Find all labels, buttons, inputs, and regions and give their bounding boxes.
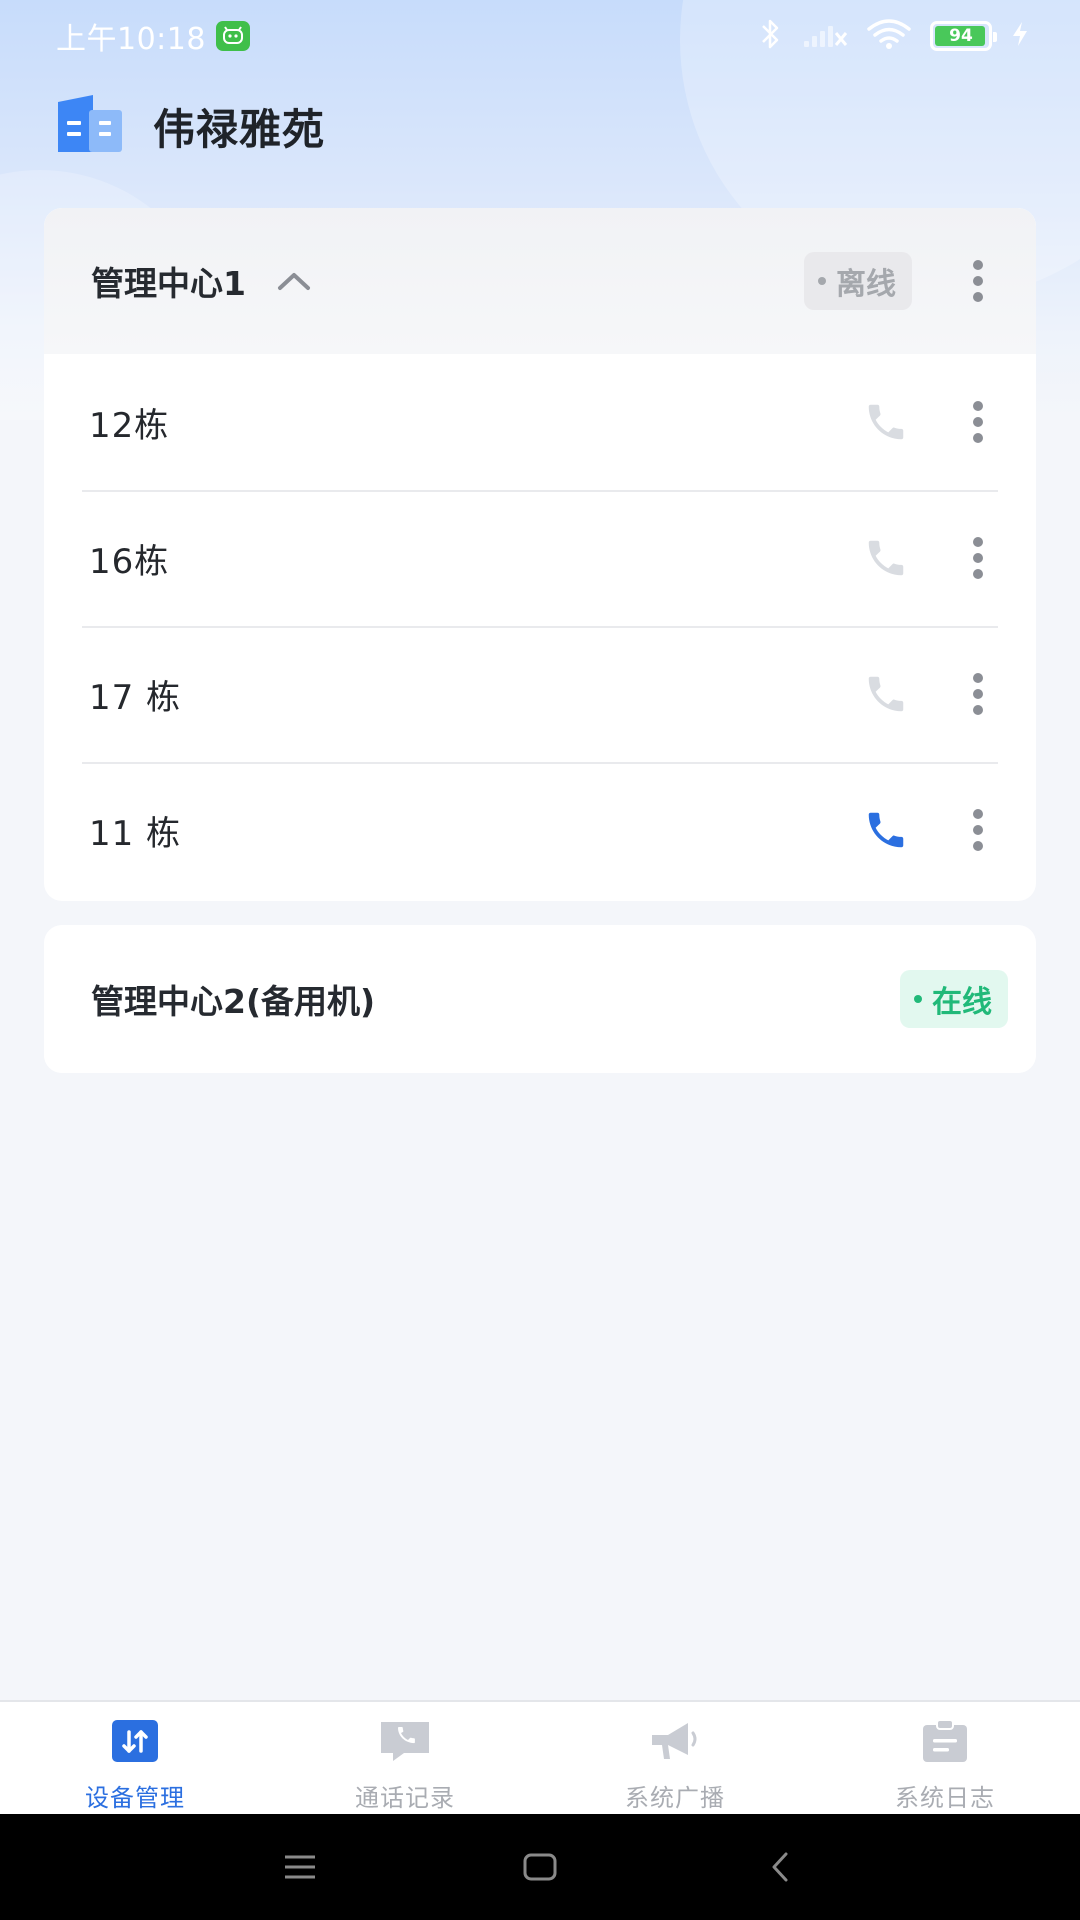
tab-label: 通话记录	[355, 1784, 455, 1812]
bluetooth-icon	[758, 17, 784, 55]
management-center-card-1: 管理中心1 离线 12栋 16栋 17 栋 11 栋	[44, 208, 1036, 901]
signal-icon	[802, 19, 848, 53]
phone-icon[interactable]	[860, 396, 912, 448]
home-icon[interactable]	[510, 1837, 570, 1897]
management-center-card-2: 管理中心2(备用机) 在线	[44, 925, 1036, 1073]
phone-icon-active[interactable]	[860, 804, 912, 856]
phone-icon[interactable]	[860, 532, 912, 584]
status-badge: 在线	[900, 970, 1008, 1028]
status-bar: 上午10:18 94	[0, 0, 1080, 72]
group-header-2[interactable]: 管理中心2(备用机) 在线	[44, 925, 1036, 1073]
system-navigation-bar	[0, 1814, 1080, 1920]
more-options-button[interactable]	[948, 795, 1008, 865]
bottom-navigation: 设备管理 通话记录 系统广播 系统日志	[0, 1700, 1080, 1814]
group-title: 管理中心1	[91, 264, 246, 303]
group-title: 管理中心2(备用机)	[91, 982, 376, 1021]
device-manage-icon	[108, 1718, 162, 1764]
tab-call-records[interactable]: 通话记录	[270, 1702, 540, 1814]
tab-label: 系统日志	[895, 1784, 995, 1812]
status-badge-label: 离线	[836, 267, 896, 302]
app-notification-icon	[215, 21, 250, 51]
battery-level: 94	[949, 26, 973, 46]
group-header-1[interactable]: 管理中心1 离线	[44, 208, 1036, 354]
more-options-button[interactable]	[948, 523, 1008, 593]
building-label: 16栋	[89, 541, 170, 582]
building-label: 12栋	[89, 405, 170, 446]
list-item[interactable]: 11 栋	[44, 762, 1036, 898]
back-icon[interactable]	[750, 1837, 810, 1897]
more-options-button[interactable]	[948, 387, 1008, 457]
megaphone-icon	[648, 1718, 702, 1764]
charging-icon	[1010, 20, 1030, 52]
page-title: 伟禄雅苑	[153, 104, 326, 154]
list-item[interactable]: 12栋	[44, 354, 1036, 490]
building-label: 11 栋	[89, 813, 182, 854]
tab-system-log[interactable]: 系统日志	[810, 1702, 1080, 1814]
list-item[interactable]: 16栋	[44, 490, 1036, 626]
tab-label: 设备管理	[85, 1784, 185, 1812]
battery-icon: 94	[930, 21, 997, 51]
building-label: 17 栋	[89, 677, 182, 718]
list-item[interactable]: 17 栋	[44, 626, 1036, 762]
app-header: 伟禄雅苑	[55, 95, 325, 157]
status-badge: 离线	[804, 252, 912, 310]
menu-icon[interactable]	[270, 1837, 330, 1897]
building-logo-icon	[55, 94, 125, 158]
more-options-button[interactable]	[948, 246, 1008, 316]
more-options-button[interactable]	[948, 659, 1008, 729]
status-time: 上午10:18	[56, 22, 206, 57]
chevron-up-icon[interactable]	[276, 270, 312, 292]
tab-label: 系统广播	[625, 1784, 725, 1812]
log-clipboard-icon	[918, 1718, 972, 1764]
tab-system-broadcast[interactable]: 系统广播	[540, 1702, 810, 1814]
status-badge-label: 在线	[932, 985, 992, 1020]
call-record-icon	[378, 1718, 432, 1764]
phone-icon[interactable]	[860, 668, 912, 720]
wifi-icon	[866, 17, 912, 55]
tab-device-management[interactable]: 设备管理	[0, 1702, 270, 1814]
